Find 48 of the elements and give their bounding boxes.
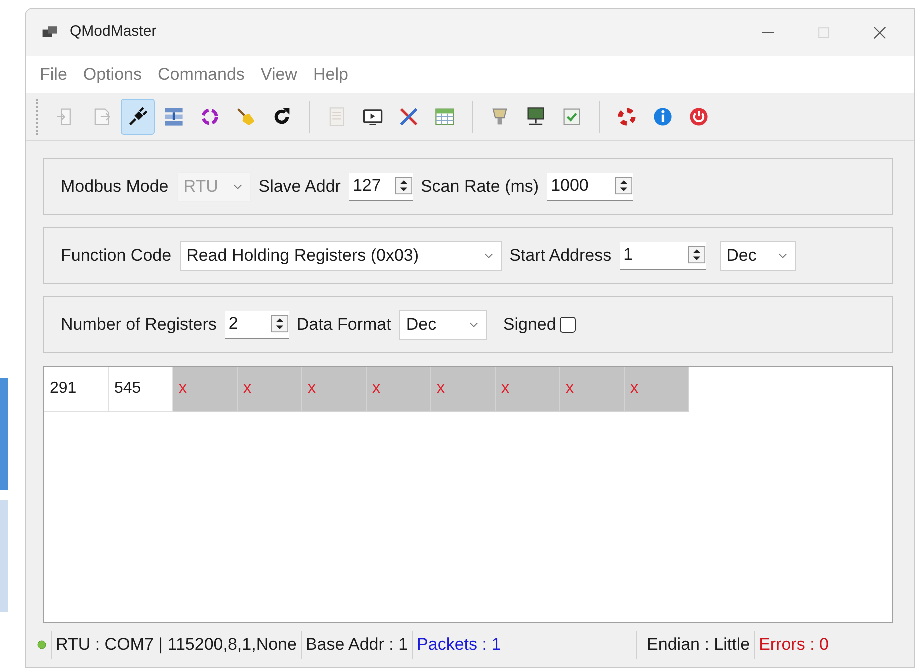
field-label: Modbus Mode <box>61 176 169 198</box>
network-computer-icon <box>525 106 547 128</box>
start-address-spinbox[interactable]: 1 <box>620 242 706 270</box>
table-cell: x <box>624 367 689 412</box>
tools-icon <box>398 106 420 128</box>
address-format-dropdown[interactable]: Dec <box>720 240 796 270</box>
table-cell: x <box>560 367 624 412</box>
data-format-dropdown[interactable]: Dec <box>399 310 488 340</box>
status-text: Endian : Little <box>647 634 750 656</box>
field-label: Start Address <box>510 244 612 267</box>
table-cell: x <box>496 367 560 412</box>
table-cell: 291 <box>44 367 108 412</box>
table-cell: x <box>431 367 496 412</box>
menu-item[interactable]: View <box>252 62 306 88</box>
scan-rate-spinbox[interactable]: 1000 <box>547 172 634 200</box>
menu-item[interactable]: Commands <box>150 62 253 88</box>
plug-icon <box>127 106 149 128</box>
table-cell: x <box>366 367 431 412</box>
minimize-icon <box>762 32 774 33</box>
field-label: Scan Rate (ms) <box>420 176 540 198</box>
status-text: Base Addr : 1 <box>306 634 408 656</box>
info-icon <box>652 106 674 128</box>
menu-item[interactable]: Options <box>75 62 150 88</box>
maximize-icon <box>817 26 831 40</box>
status-text: Errors : 0 <box>759 634 829 656</box>
power-icon <box>688 106 710 128</box>
table-cell: x <box>173 367 238 412</box>
field-label: Data Format <box>296 314 392 336</box>
field-label: Number of Registers <box>61 314 217 336</box>
menu-item[interactable]: Help <box>305 62 356 88</box>
table-cell: x <box>238 367 302 412</box>
table-cell: x <box>302 367 366 412</box>
status-text: RTU : COM7 | 115200,8,1,None <box>56 634 297 656</box>
field-label: Slave Addr <box>258 176 341 198</box>
function-code-dropdown[interactable]: Read Holding Registers (0x03) <box>180 240 502 270</box>
toolbar-button[interactable] <box>121 98 155 134</box>
registers-spinbox[interactable]: 2 <box>224 310 289 338</box>
status-text: Packets : 1 <box>417 634 502 656</box>
window-title: QModMaster <box>70 22 157 42</box>
close-icon <box>872 24 888 40</box>
signed-checkbox[interactable] <box>560 316 576 332</box>
menu-item[interactable]: File <box>32 62 76 88</box>
field-label: Function Code <box>61 244 172 267</box>
bus-monitor-icon <box>163 106 185 128</box>
checkbox-label: Signed <box>503 314 556 336</box>
lifebuoy-icon <box>616 106 638 128</box>
slave-addr-spinbox[interactable]: 127 <box>348 172 413 200</box>
broom-icon <box>235 106 257 128</box>
